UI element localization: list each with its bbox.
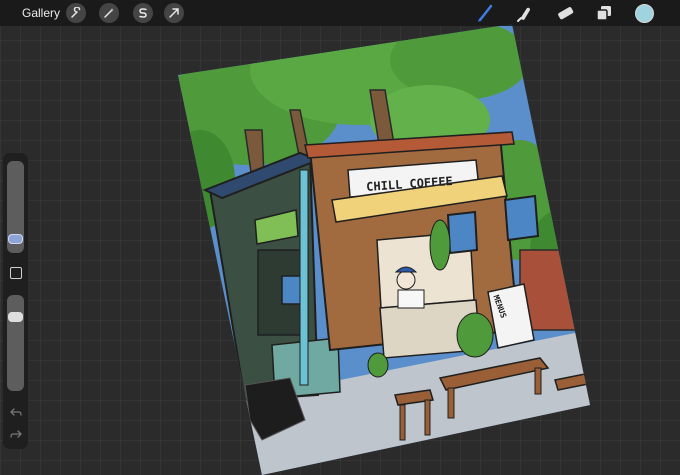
eraser-icon[interactable] [554,3,576,23]
wrench-icon[interactable] [66,3,86,23]
arrow-cursor-icon[interactable] [164,3,184,23]
layers-icon[interactable] [593,3,615,23]
smudge-icon[interactable] [513,3,535,23]
color-picker-button[interactable] [635,4,654,23]
brush-icon[interactable] [475,3,497,23]
canvas-artwork[interactable]: CHILL COFFEE MENUS [0,0,680,475]
redo-arrow-icon[interactable] [9,428,23,440]
square-icon[interactable] [10,267,22,279]
top-toolbar: Gallery [0,0,680,26]
magic-wand-icon[interactable] [99,3,119,23]
selection-s-icon[interactable] [133,3,153,23]
gallery-button[interactable]: Gallery [22,6,60,20]
brush-size-thumb[interactable] [8,234,23,244]
opacity-thumb[interactable] [8,312,23,322]
left-sidebar [3,153,28,449]
undo-arrow-icon[interactable] [9,406,23,418]
opacity-slider[interactable] [7,295,24,391]
brush-size-slider[interactable] [7,161,24,253]
